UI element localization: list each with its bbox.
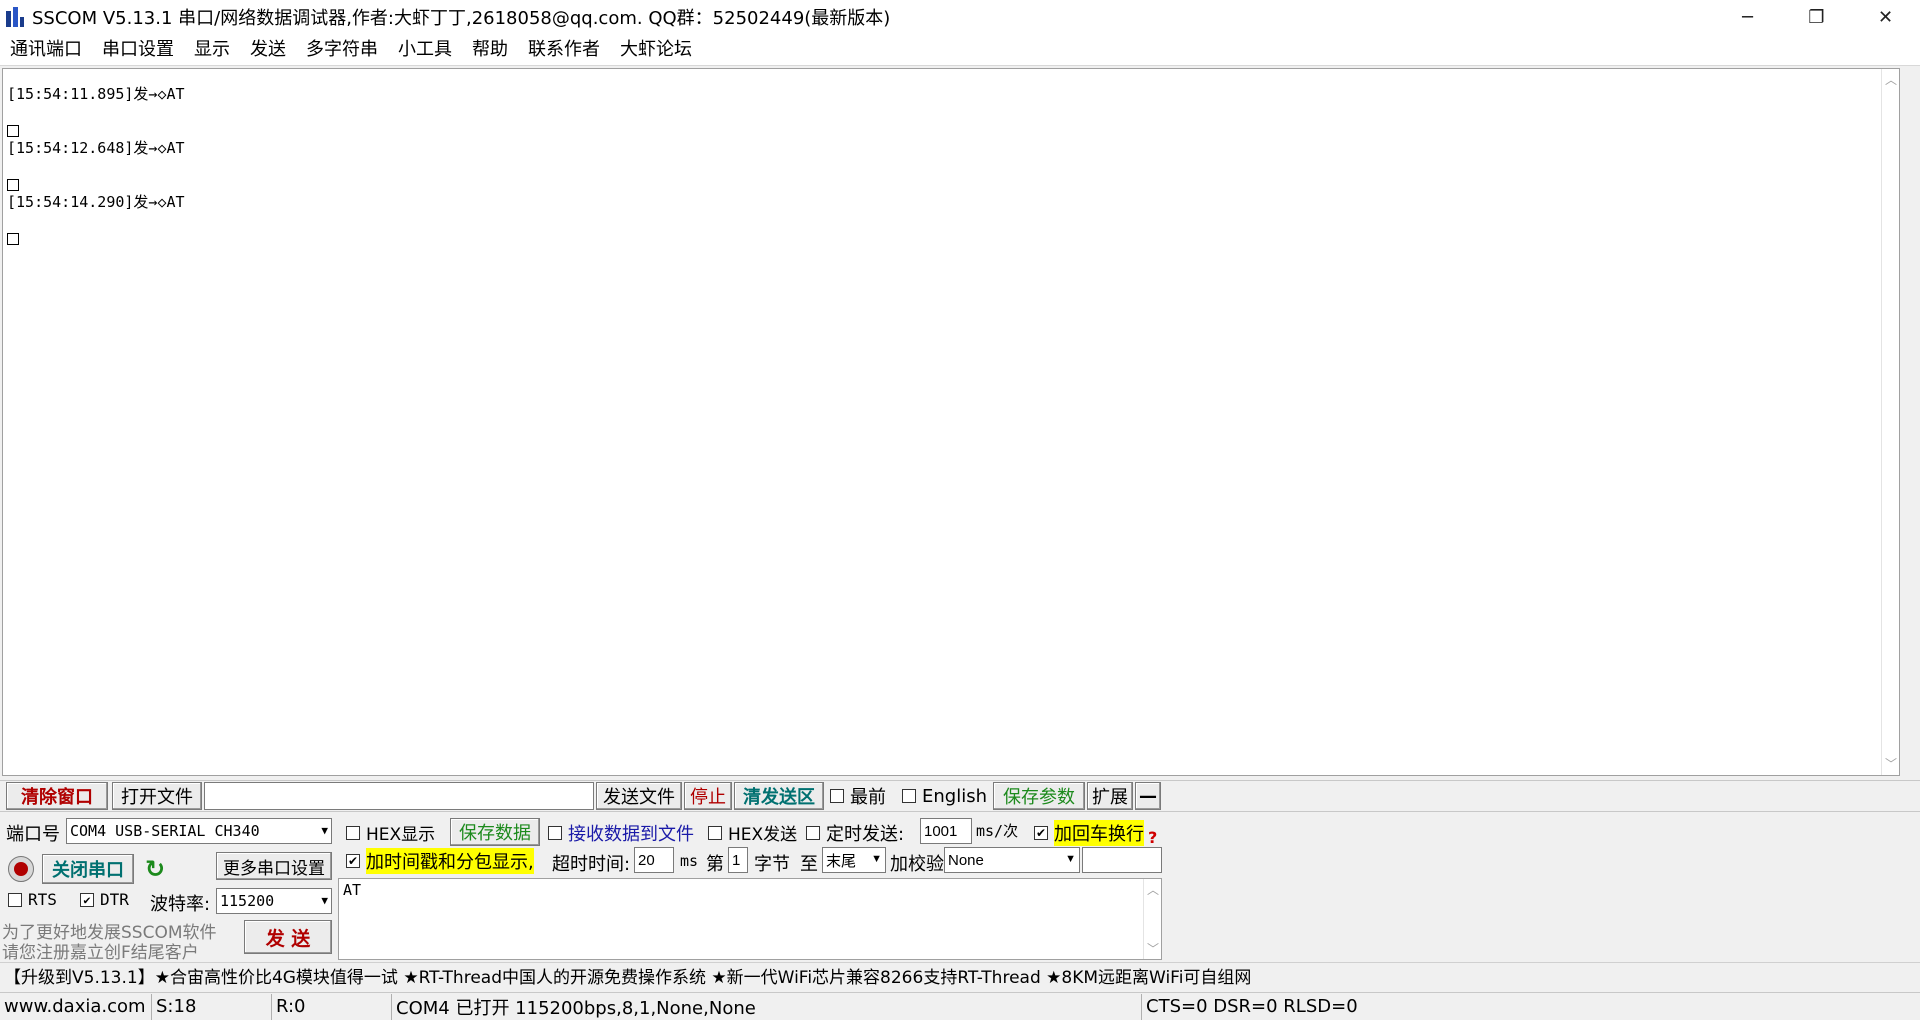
help-icon[interactable]: ? [1148,828,1157,847]
scroll-down-icon[interactable]: ﹀ [1882,755,1899,773]
chevron-down-icon: ▼ [871,853,882,865]
news-text: 【升级到V5.13.1】★合宙高性价比4G模块值得一试 ★RT-Thread中国… [4,968,1252,988]
checkbox-icon [830,789,844,803]
control-char-glyph [7,124,19,137]
expand-button[interactable]: 扩展 [1087,782,1133,810]
send-file-button[interactable]: 发送文件 [596,782,682,810]
send-scrollbar[interactable]: ︿ ﹀ [1143,879,1161,959]
menu-bar: 通讯端口 串口设置 显示 发送 多字符串 小工具 帮助 联系作者 大虾论坛 [0,34,1920,66]
signal-state: CTS=0 DSR=0 RLSD=0 [1146,996,1358,1017]
chevron-down-icon: ▼ [321,824,328,837]
timeout-input[interactable]: 20 [634,847,674,873]
menu-contact-author[interactable]: 联系作者 [518,35,610,65]
minimize-button[interactable]: ─ [1713,0,1782,34]
save-data-button[interactable]: 保存数据 [450,818,540,846]
scroll-up-icon[interactable]: ︿ [1144,881,1162,898]
checkbox-icon [806,826,820,840]
stop-button[interactable]: 停止 [684,782,732,810]
control-char-glyph [7,232,19,245]
checkbox-icon [548,826,562,840]
checkbox-icon [8,892,22,907]
checksum-label: 加校验 [890,854,944,875]
receive-line: [15:54:12.648]发→◇AT [7,139,185,157]
hex-display-checkbox[interactable]: HEX显示 [346,820,435,845]
rts-checkbox[interactable]: RTS [8,890,57,909]
scroll-up-icon[interactable]: ︿ [1882,71,1899,89]
checksum-select[interactable]: None ▼ [944,847,1080,873]
add-crlf-checkbox[interactable]: ✔ 加回车换行 [1034,820,1144,846]
menu-send[interactable]: 发送 [240,35,296,65]
receive-line: [15:54:14.290]发→◇AT [7,193,185,211]
open-file-button[interactable]: 打开文件 [112,782,202,810]
checkbox-icon [346,825,360,840]
baud-label: 波特率: [150,894,211,915]
checkbox-icon [708,825,722,840]
send-text: AT [343,881,362,899]
recv-to-file-checkbox[interactable]: 接收数据到文件 [548,820,694,846]
window-title: SSCOM V5.13.1 串口/网络数据调试器,作者:大虾丁丁,2618058… [32,8,891,29]
port-state: COM4 已打开 115200bps,8,1,None,None [392,993,1142,1020]
status-bar: www.daxia.com S:18 R:0 COM4 已打开 115200bp… [0,992,1920,1020]
news-ticker: 【升级到V5.13.1】★合宙高性价比4G模块值得一试 ★RT-Thread中国… [0,962,1920,988]
to-label: 至 [800,854,818,875]
receive-scrollbar[interactable]: ︿ ﹀ [1881,69,1899,775]
byte-prefix: 第 [706,854,724,875]
control-char-glyph [7,178,19,191]
hex-send-checkbox[interactable]: HEX发送 [708,820,797,845]
menu-comm-port[interactable]: 通讯端口 [0,35,92,65]
file-path-input[interactable] [204,782,594,810]
timeout-unit: ms [680,852,699,870]
menu-serial-settings[interactable]: 串口设置 [92,35,184,65]
checkmark-icon: ✔ [1034,826,1048,840]
port-select[interactable]: COM4 USB-SERIAL CH340 ▼ [66,818,332,844]
menu-help[interactable]: 帮助 [462,35,518,65]
app-icon [4,5,26,29]
close-button[interactable]: ✕ [1851,0,1920,34]
checkmark-icon: ✔ [80,892,94,907]
save-params-button[interactable]: 保存参数 [993,782,1085,810]
byte-index-input[interactable]: 1 [728,847,748,873]
restore-button[interactable]: ❐ [1782,0,1851,34]
website-link[interactable]: www.daxia.com [0,993,152,1020]
menu-display[interactable]: 显示 [184,35,240,65]
promo-line-2: 请您注册嘉立创F结尾客户 [2,943,199,963]
menu-multi-string[interactable]: 多字符串 [296,35,388,65]
english-checkbox[interactable]: English [902,786,987,807]
refresh-icon[interactable]: ↻ [142,856,168,882]
clear-window-button[interactable]: 清除窗口 [6,782,108,810]
port-status-icon [8,856,34,882]
sent-count: S:18 [152,993,272,1020]
add-timestamp-checkbox[interactable]: ✔ 加时间戳和分包显示, [346,848,534,874]
chevron-down-icon: ▼ [1065,853,1076,865]
menu-tools[interactable]: 小工具 [388,35,462,65]
dtr-checkbox[interactable]: ✔ DTR [80,890,129,909]
checkbox-icon [902,789,916,803]
port-label: 端口号 [6,824,60,845]
clear-send-button[interactable]: 清发送区 [734,782,824,810]
received-count: R:0 [272,993,392,1020]
interval-input[interactable]: 1001 [920,818,972,844]
byte-suffix: 字节 [754,854,790,875]
interval-unit: ms/次 [976,822,1019,840]
receive-line: [15:54:11.895]发→◇AT [7,85,185,103]
close-port-button[interactable]: 关闭串口 [42,854,134,884]
checkmark-icon: ✔ [346,854,360,868]
checksum-output [1082,847,1162,873]
to-select[interactable]: 末尾 ▼ [822,847,886,873]
menu-forum[interactable]: 大虾论坛 [610,35,702,65]
chevron-down-icon: ▼ [321,894,328,907]
send-input[interactable]: AT ︿ ﹀ [338,878,1162,960]
send-button[interactable]: 发 送 [244,920,332,954]
file-toolbar: 清除窗口 打开文件 发送文件 停止 清发送区 最前 English 保存参数 扩… [0,780,1920,812]
timed-send-checkbox[interactable]: 定时发送: [806,820,904,846]
receive-area[interactable]: [15:54:11.895]发→◇AT [15:54:12.648]发→◇AT … [2,68,1900,776]
baud-select[interactable]: 115200 ▼ [216,888,332,914]
scroll-down-icon[interactable]: ﹀ [1144,940,1162,957]
collapse-button[interactable]: — [1135,782,1161,810]
more-serial-settings-button[interactable]: 更多串口设置 [216,852,332,880]
title-bar: SSCOM V5.13.1 串口/网络数据调试器,作者:大虾丁丁,2618058… [0,0,1920,34]
timeout-label: 超时时间: [552,854,631,875]
topmost-checkbox[interactable]: 最前 [830,783,886,809]
